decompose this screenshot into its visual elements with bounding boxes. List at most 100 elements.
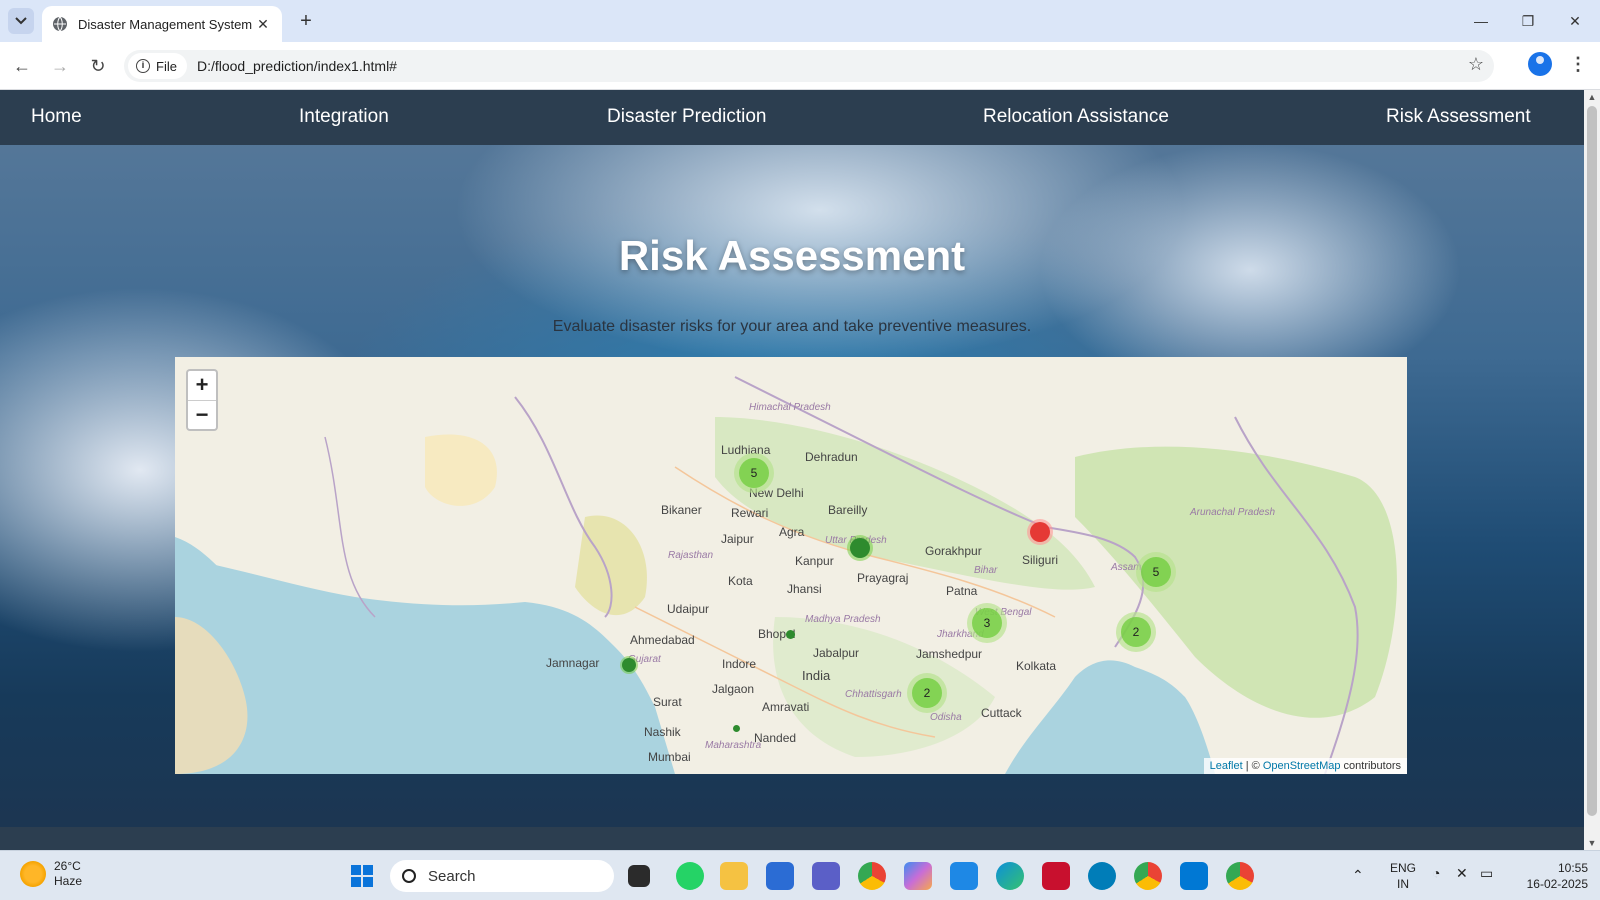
site-navbar: Home Integration Disaster Prediction Rel… [0, 90, 1584, 145]
reload-icon[interactable]: ↻ [86, 54, 110, 78]
weather-temp: 26°C [54, 859, 81, 873]
nav-home[interactable]: Home [31, 106, 82, 128]
battery-icon[interactable]: ▭ [1480, 865, 1493, 900]
forward-arrow-icon[interactable]: → [48, 54, 72, 78]
zoom-in-button[interactable]: + [188, 371, 216, 400]
map-label-jalgaon: Jalgaon [712, 682, 755, 696]
store-icon[interactable] [766, 862, 794, 890]
minimize-icon[interactable]: — [1466, 8, 1496, 34]
site-info-label: File [156, 58, 177, 74]
map-label-prayagraj: Prayagraj [857, 571, 909, 585]
restore-icon[interactable]: ❐ [1513, 8, 1543, 34]
sun-haze-icon [20, 861, 46, 887]
os-taskbar: 26°C Haze Search ⌃ ENG IN ◔ ✕ ▭ 10:55 16… [0, 850, 1600, 900]
profile-avatar[interactable] [1528, 52, 1552, 76]
map-label-kota: Kota [728, 574, 753, 588]
chrome-profile-icon[interactable] [1134, 862, 1162, 890]
weather-desc: Haze [54, 874, 83, 888]
map-label-nashik: Nashik [644, 725, 681, 739]
map-cluster[interactable]: 2 [1116, 612, 1156, 652]
wifi-icon[interactable]: ◔ [1432, 865, 1440, 900]
scroll-up-arrow-icon[interactable]: ▲ [1584, 90, 1600, 104]
taskbar-search[interactable]: Search [390, 860, 614, 892]
dell-icon[interactable] [1088, 862, 1116, 890]
map-label-jabalpur: Jabalpur [813, 646, 860, 660]
attribution-tail: contributors [1340, 760, 1401, 772]
risk-marker-green[interactable] [733, 725, 740, 732]
tab-search-button[interactable] [8, 8, 34, 34]
map-label-bareilly: Bareilly [828, 503, 868, 517]
risk-marker-red[interactable] [1030, 522, 1050, 542]
page-footer [0, 827, 1584, 850]
windows-start-icon[interactable] [348, 862, 376, 890]
browser-tab-active[interactable]: Disaster Management System ✕ [42, 6, 282, 42]
browser-tab-bar: Disaster Management System ✕ + — ❐ ✕ [0, 0, 1600, 42]
map-cluster[interactable]: 3 [967, 603, 1007, 643]
map-label-amravati: Amravati [762, 700, 810, 714]
url-text[interactable]: D:/flood_prediction/index1.html# [197, 58, 397, 74]
info-icon: i [136, 59, 150, 73]
chrome-active-icon[interactable] [1226, 862, 1254, 890]
risk-marker-green[interactable] [786, 630, 795, 639]
scrollbar-thumb[interactable] [1587, 106, 1597, 816]
map-zoom-control: + − [186, 369, 218, 431]
clock-time: 10:55 [1557, 861, 1588, 875]
site-info-chip[interactable]: i File [128, 53, 187, 79]
lang-bottom: IN [1397, 877, 1409, 891]
chevron-down-icon [15, 17, 27, 25]
map-label-gorakhpur: Gorakhpur [925, 544, 982, 558]
edge-icon[interactable] [996, 862, 1024, 890]
nav-disaster-prediction[interactable]: Disaster Prediction [607, 106, 766, 128]
page-scrollbar[interactable]: ▲ ▼ [1584, 90, 1600, 850]
search-placeholder: Search [428, 867, 476, 885]
map-label-madhya-pradesh: Madhya Pradesh [805, 614, 881, 625]
task-view-icon[interactable] [628, 865, 650, 887]
speaker-muted-icon[interactable]: ✕ [1456, 865, 1468, 900]
browser-toolbar: ← → ↻ i File D:/flood_prediction/index1.… [0, 42, 1600, 90]
nav-relocation-assistance[interactable]: Relocation Assistance [983, 106, 1169, 128]
map-label-chhattisgarh: Chhattisgarh [845, 689, 902, 700]
map-cluster[interactable]: 5 [734, 453, 774, 493]
copilot-icon[interactable] [904, 862, 932, 890]
map-label-rewari: Rewari [731, 506, 769, 520]
leaflet-link[interactable]: Leaflet [1210, 760, 1243, 772]
osm-link[interactable]: OpenStreetMap [1263, 760, 1341, 772]
file-explorer-icon[interactable] [720, 862, 748, 890]
map-label-bihar: Bihar [974, 565, 998, 576]
page-title: Risk Assessment [618, 232, 966, 279]
bookmark-star-icon[interactable]: ☆ [1468, 54, 1484, 75]
nav-integration[interactable]: Integration [299, 106, 389, 128]
map-label-siliguri: Siliguri [1022, 553, 1059, 567]
address-bar[interactable]: i File D:/flood_prediction/index1.html# … [124, 50, 1494, 82]
vscode-icon[interactable] [1180, 862, 1208, 890]
weather-widget[interactable]: 26°C Haze [20, 859, 82, 889]
scroll-down-arrow-icon[interactable]: ▼ [1584, 836, 1600, 850]
whatsapp-icon[interactable] [676, 862, 704, 890]
attribution-separator: | © [1242, 760, 1263, 772]
map-cluster[interactable]: 2 [907, 673, 947, 713]
search-icon [402, 869, 416, 883]
clock-date: 16-02-2025 [1526, 877, 1588, 891]
risk-marker-green[interactable] [850, 538, 870, 558]
window-close-icon[interactable]: ✕ [1560, 8, 1590, 34]
remote-desktop-icon[interactable] [950, 862, 978, 890]
taskbar-clock[interactable]: 10:55 16-02-2025 [1508, 860, 1588, 892]
tray-overflow-chevron-icon[interactable]: ⌃ [1352, 867, 1364, 900]
nav-risk-assessment[interactable]: Risk Assessment [1386, 106, 1531, 128]
risk-map[interactable]: Ludhiana Dehradun New Delhi Bareilly Bik… [175, 357, 1407, 774]
teams-icon[interactable] [812, 862, 840, 890]
back-arrow-icon[interactable]: ← [10, 54, 34, 78]
new-tab-button[interactable]: + [294, 9, 318, 33]
kebab-menu-icon[interactable]: ⋮ [1568, 52, 1588, 76]
chrome-icon[interactable] [858, 862, 886, 890]
map-cluster[interactable]: 5 [1136, 552, 1176, 592]
mcafee-icon[interactable] [1042, 862, 1070, 890]
map-label-jamnagar: Jamnagar [546, 656, 600, 670]
risk-marker-green[interactable] [622, 658, 636, 672]
map-label-jamshedpur: Jamshedpur [916, 647, 983, 661]
language-indicator[interactable]: ENG IN [1390, 860, 1416, 900]
zoom-out-button[interactable]: − [188, 400, 216, 429]
tab-title: Disaster Management System [78, 16, 253, 32]
map-label-cuttack: Cuttack [981, 706, 1022, 720]
tab-close-icon[interactable]: ✕ [254, 16, 272, 33]
